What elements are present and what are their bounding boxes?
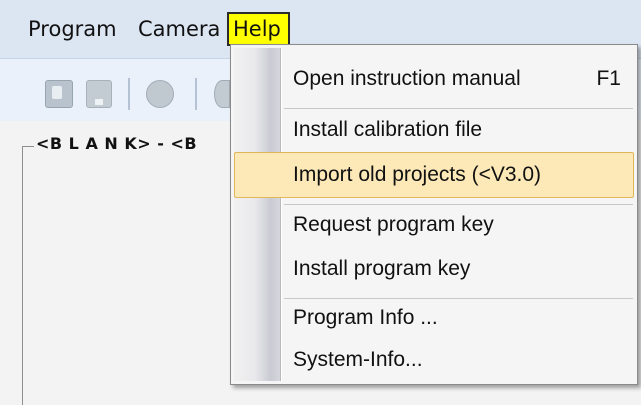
partial-icon[interactable] [214, 80, 230, 108]
group-box-title: <B L A N K> - <B [36, 134, 198, 153]
toolbar-separator [128, 78, 130, 110]
group-box-border [22, 146, 34, 147]
toolbar-separator [195, 78, 197, 110]
menu-icon-gutter [234, 48, 281, 381]
file-icon[interactable] [45, 80, 73, 108]
menu-item-install-calibration-file[interactable]: Install calibration file [293, 108, 482, 152]
shortcut-label: F1 [596, 67, 621, 90]
menu-item-open-instruction-manual[interactable]: Open instruction manual [293, 57, 521, 101]
menu-item-install-program-key[interactable]: Install program key [293, 247, 470, 291]
application-window: Program Camera Help <B L A N K> - <B Ope… [0, 0, 641, 405]
save-icon[interactable] [86, 80, 112, 108]
menu-program[interactable]: Program [24, 12, 121, 46]
menu-camera[interactable]: Camera [134, 12, 224, 46]
menu-item-request-program-key[interactable]: Request program key [293, 203, 494, 247]
camera-icon[interactable] [146, 80, 174, 108]
help-dropdown-menu: Open instruction manual F1 Install calib… [230, 44, 638, 385]
menu-item-system-info[interactable]: System-Info... [293, 338, 423, 382]
gutter-divider [281, 48, 282, 381]
menu-help[interactable]: Help [227, 12, 290, 46]
group-box-border [22, 146, 23, 405]
menu-item-import-old-projects[interactable]: Import old projects (<V3.0) [293, 153, 541, 197]
menu-item-program-info[interactable]: Program Info ... [293, 296, 438, 340]
